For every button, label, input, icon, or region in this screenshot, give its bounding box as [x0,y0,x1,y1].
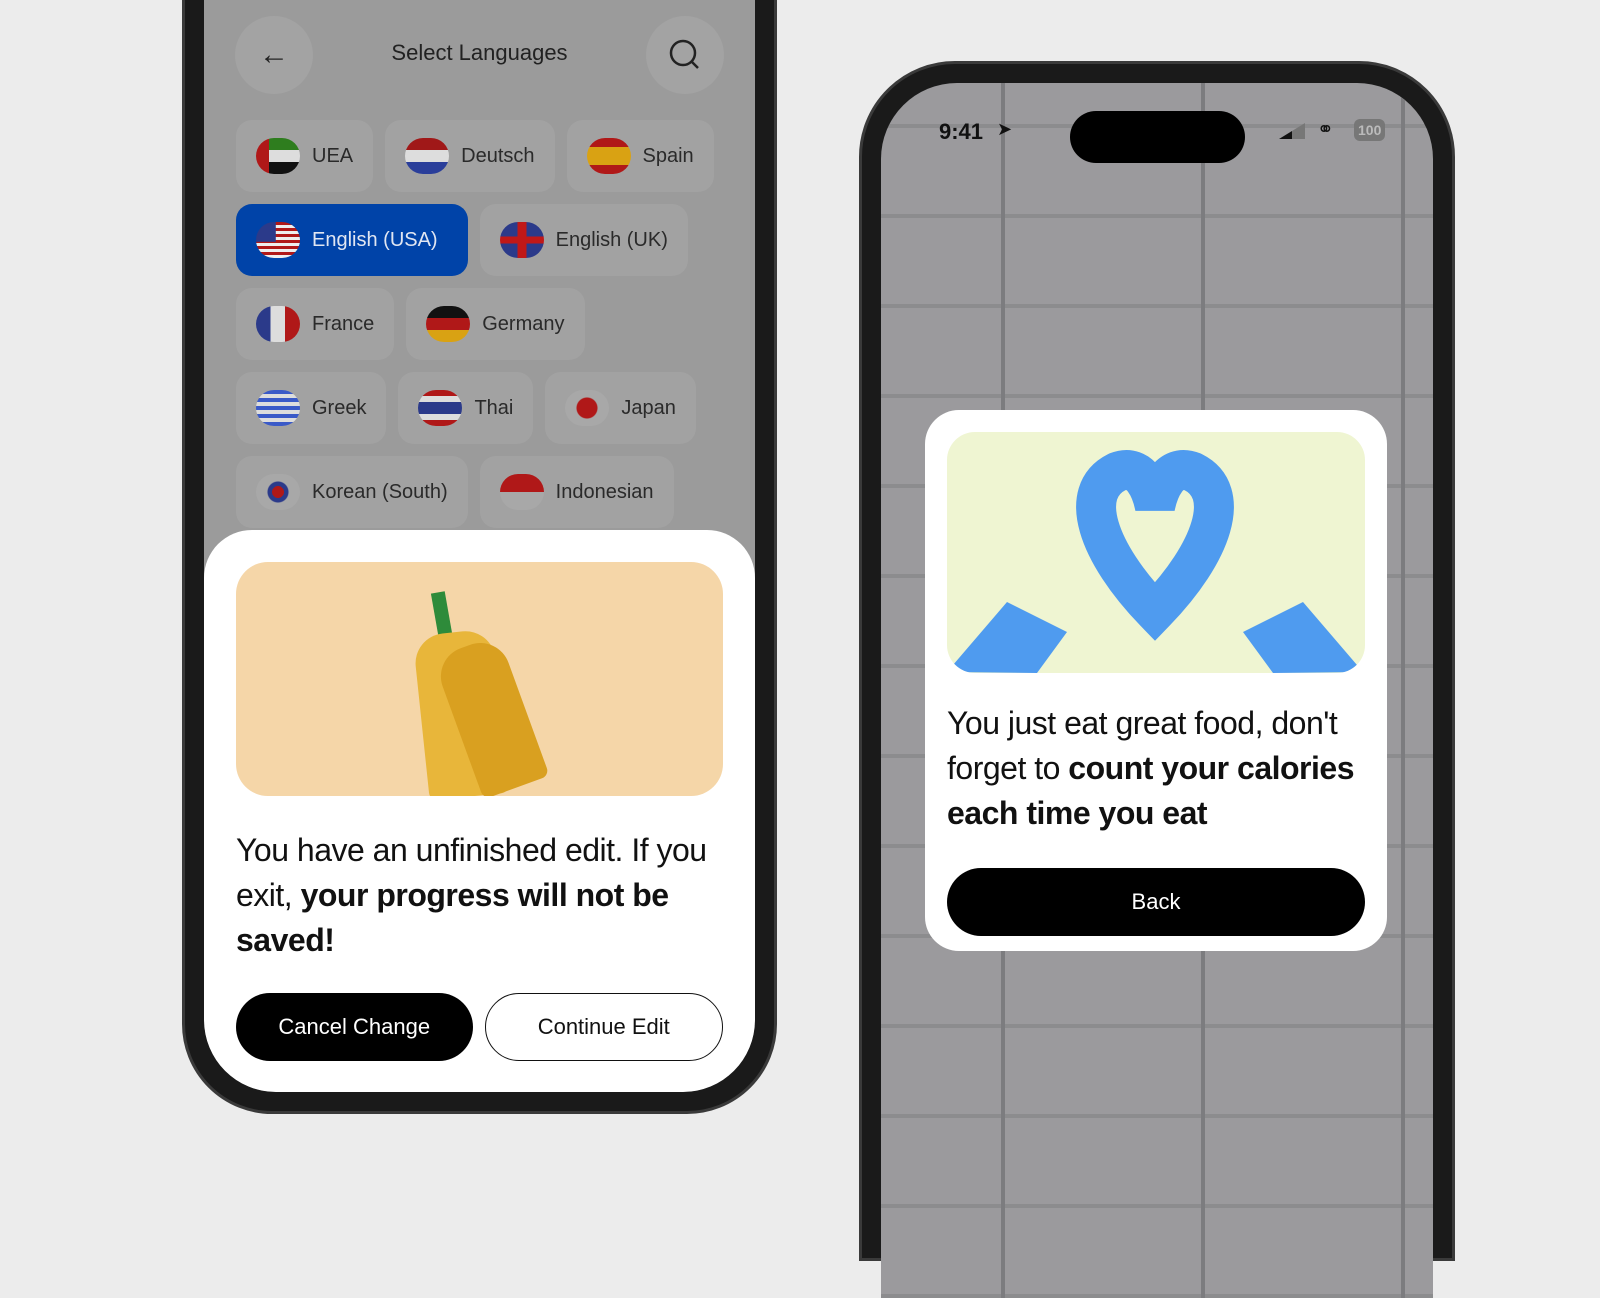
calorie-reminder-screen: 9:41 ➤ ⚭ 100 You just eat great food, do… [881,83,1433,1298]
continue-edit-button[interactable]: Continue Edit [484,993,723,1061]
language-label: English (UK) [555,228,668,251]
language-label: Indonesian [555,480,654,503]
south-korea-flag-icon [256,474,300,510]
left-phone: ← Select Languages UEA Deutsch Spain Eng… [182,0,777,1114]
search-icon [669,39,699,69]
germany-flag-icon [426,306,471,342]
usa-flag-icon [256,222,300,258]
language-chip-korean-south[interactable]: Korean (South) [236,456,468,528]
language-chip-greek[interactable]: Greek [236,372,387,444]
language-label: Thai [474,396,514,419]
language-chip-english-uk[interactable]: English (UK) [479,204,688,276]
language-chip-thai[interactable]: Thai [398,372,534,444]
indonesia-flag-icon [499,474,544,510]
search-button[interactable] [646,16,724,94]
language-chip-spain[interactable]: Spain [566,120,714,192]
greece-flag-icon [256,390,300,426]
language-list: UEA Deutsch Spain English (USA) English … [236,120,716,540]
language-chip-english-usa[interactable]: English (USA) [236,204,468,276]
language-label: Korean (South) [312,480,448,503]
japan-flag-icon [565,390,610,426]
language-chip-deutsch[interactable]: Deutsch [385,120,555,192]
select-languages-screen: ← Select Languages UEA Deutsch Spain Eng… [204,0,755,1092]
language-chip-france[interactable]: France [236,288,395,360]
language-label: Spain [642,144,694,167]
back-button[interactable]: Back [947,868,1365,936]
language-label: France [312,312,375,335]
language-chip-germany[interactable]: Germany [406,288,585,360]
language-chip-indonesian[interactable]: Indonesian [479,456,674,528]
language-label: English (USA) [312,228,438,251]
unsaved-edit-sheet: You have an unfinished edit. If you exit… [204,530,755,1092]
yellow-gloves-illustration [236,562,723,796]
language-label: Deutsch [461,144,535,167]
france-flag-icon [256,306,300,342]
language-label: Japan [621,396,676,419]
language-label: Greek [312,396,367,419]
language-chip-uea[interactable]: UEA [236,120,374,192]
spain-flag-icon [586,138,631,174]
thailand-flag-icon [418,390,463,426]
heart-hands-gloves-illustration [947,432,1365,673]
language-label: Germany [482,312,565,335]
unsaved-edit-message: You have an unfinished edit. If you exit… [236,832,707,958]
netherlands-flag-icon [405,138,450,174]
status-time: 9:41 [939,119,984,144]
language-chip-japan[interactable]: Japan [545,372,696,444]
uk-flag-icon [499,222,544,258]
link-icon: ⚭ [1317,119,1334,141]
signal-icon [1279,123,1305,139]
uae-flag-icon [256,138,300,174]
location-arrow-icon: ➤ [997,119,1013,139]
calorie-reminder-modal: You just eat great food, don't forget to… [925,410,1387,951]
language-label: UEA [312,144,354,167]
cancel-change-button[interactable]: Cancel Change [236,993,473,1061]
calorie-reminder-message: You just eat great food, don't forget to… [947,705,1354,831]
status-bar: 9:41 ➤ ⚭ 100 [881,111,1433,163]
right-phone: 9:41 ➤ ⚭ 100 You just eat great food, do… [859,61,1455,1298]
dynamic-island [1070,111,1245,163]
battery-indicator: 100 [1354,119,1386,141]
